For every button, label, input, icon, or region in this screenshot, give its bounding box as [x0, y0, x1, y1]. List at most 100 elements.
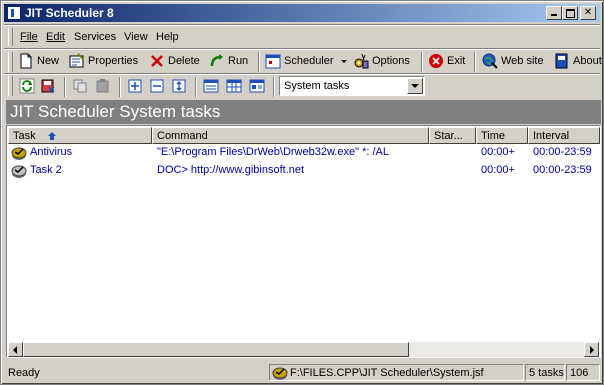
view-grid-icon[interactable]: [226, 78, 242, 94]
column-header-interval-label: Interval: [533, 130, 570, 142]
refresh-icon[interactable]: [19, 78, 35, 94]
website-button[interactable]: Web site: [482, 51, 546, 71]
task-name: Antivirus: [30, 146, 73, 158]
menu-edit[interactable]: Edit: [46, 30, 65, 44]
toolbar2-grip[interactable]: [8, 76, 13, 96]
scheduler-dropdown[interactable]: [339, 51, 349, 71]
task-name: Task 2: [30, 164, 62, 176]
menu-file[interactable]: File: [20, 30, 38, 44]
minimize-icon: [551, 14, 557, 16]
view-details-icon[interactable]: [203, 78, 219, 94]
column-header-time[interactable]: Time: [476, 127, 528, 144]
about-book-icon: [555, 53, 568, 69]
status-ready: Ready: [8, 367, 40, 379]
maximize-button[interactable]: [562, 6, 578, 20]
horizontal-scrollbar[interactable]: [8, 342, 599, 357]
arrow-left-icon: [13, 346, 17, 354]
task-interval: 00:00-23:59: [533, 146, 592, 158]
menu-bar: File Edit Services View Help: [4, 26, 600, 48]
menu-edit-label: Edit: [46, 31, 65, 43]
expand-plus-icon[interactable]: [127, 78, 143, 94]
delete-label: Delete: [168, 55, 200, 67]
save-as-icon[interactable]: [40, 78, 56, 94]
collapse-minus-icon[interactable]: [149, 78, 165, 94]
menu-services-label: Services: [74, 31, 117, 43]
status-bar: Ready F:\FILES.CPP\JIT Scheduler\System.…: [4, 363, 600, 382]
column-header-time-label: Time: [481, 130, 506, 142]
toolbar-separator: [474, 52, 476, 72]
copy-icon[interactable]: [72, 78, 88, 94]
properties-label: Properties: [88, 55, 139, 67]
exit-label: Exit: [447, 55, 466, 67]
toolbar-divider: [4, 73, 600, 75]
exit-button[interactable]: Exit: [428, 51, 468, 71]
delete-button[interactable]: Delete: [149, 51, 205, 71]
column-header-start-label: Star...: [434, 130, 463, 142]
run-icon: [210, 54, 223, 67]
globe-icon: [482, 53, 498, 69]
exit-icon: [429, 54, 443, 68]
status-ready-panel: Ready: [4, 364, 268, 381]
minimize-button[interactable]: [546, 6, 562, 20]
task-hourglass-icon: [11, 147, 27, 160]
table-row[interactable]: Task 2 DOC> http://www.gibinsoft.net 00:…: [8, 162, 599, 179]
options-label: Options: [372, 55, 410, 67]
window-title: JIT Scheduler 8: [25, 6, 114, 20]
column-header-interval[interactable]: Interval: [528, 127, 600, 144]
app-window: JIT Scheduler 8 ✕ File Edit Services Vie…: [0, 0, 604, 385]
scroll-right-button[interactable]: [584, 342, 599, 357]
status-extra-panel: 106: [566, 364, 600, 381]
task-list[interactable]: Task Command Star... Time Interval Antiv…: [6, 125, 601, 358]
view-title: JIT Scheduler System tasks: [10, 102, 221, 121]
properties-button[interactable]: Properties: [69, 51, 143, 71]
app-icon[interactable]: [7, 6, 21, 20]
toolbar-separator: [421, 52, 423, 72]
close-button[interactable]: ✕: [580, 6, 596, 20]
view-card-icon[interactable]: [249, 78, 265, 94]
column-header-start[interactable]: Star...: [429, 127, 476, 144]
options-button[interactable]: Options: [353, 51, 415, 71]
title-bar[interactable]: JIT Scheduler 8 ✕: [4, 4, 600, 22]
about-button[interactable]: About: [554, 51, 603, 71]
menu-help-label: Help: [156, 31, 179, 43]
column-header-command[interactable]: Command: [152, 127, 429, 144]
sort-ascending-icon: [48, 132, 56, 140]
scheduler-icon: [265, 54, 281, 69]
status-task-count: 5 tasks: [529, 367, 564, 379]
options-icon: [354, 53, 369, 69]
column-header-task-label: Task: [13, 130, 36, 142]
run-button[interactable]: Run: [209, 51, 253, 71]
chevron-down-icon: [341, 60, 347, 63]
menu-bottom-divider: [4, 48, 600, 50]
scheduler-label: Scheduler: [284, 55, 334, 67]
new-document-icon: [20, 53, 32, 69]
new-button[interactable]: New: [18, 51, 60, 71]
task-command: DOC> http://www.gibinsoft.net: [157, 164, 305, 176]
scroll-left-button[interactable]: [8, 342, 23, 357]
menu-grip[interactable]: [8, 28, 13, 46]
close-icon: ✕: [583, 7, 593, 18]
status-extra: 106: [570, 367, 589, 379]
table-row[interactable]: Antivirus "E:\Program Files\DrWeb\Drweb3…: [8, 144, 599, 161]
toolbar-separator: [273, 77, 275, 97]
website-label: Web site: [501, 55, 544, 67]
status-file-panel: F:\FILES.CPP\JIT Scheduler\System.jsf: [269, 364, 524, 381]
paste-icon[interactable]: [95, 78, 111, 94]
toolbar-grip[interactable]: [8, 52, 13, 72]
menu-help[interactable]: Help: [156, 30, 179, 44]
toolbar-separator: [64, 77, 66, 97]
delete-icon: [151, 55, 163, 67]
menu-services[interactable]: Services: [74, 30, 116, 44]
toolbar-separator: [119, 77, 121, 97]
status-count-panel: 5 tasks: [525, 364, 565, 381]
column-header-task[interactable]: Task: [8, 127, 152, 144]
task-filter-dropdown-button[interactable]: [407, 78, 423, 94]
menu-view[interactable]: View: [124, 30, 148, 44]
scrollbar-thumb[interactable]: [23, 342, 409, 357]
scheduler-button[interactable]: Scheduler: [265, 51, 334, 71]
task-command: "E:\Program Files\DrWeb\Drweb32w.exe" *:…: [157, 146, 389, 158]
menu-view-label: View: [124, 31, 148, 43]
task-filter-select[interactable]: System tasks: [279, 76, 425, 96]
sort-updown-icon[interactable]: [171, 78, 187, 94]
toolbar-separator: [258, 52, 260, 72]
